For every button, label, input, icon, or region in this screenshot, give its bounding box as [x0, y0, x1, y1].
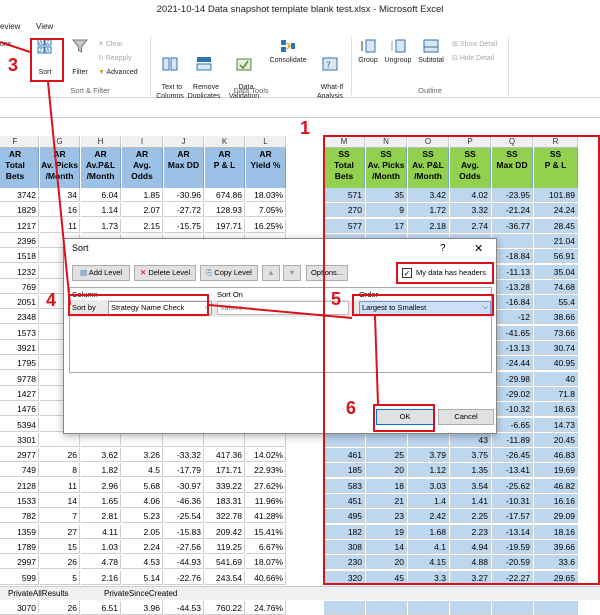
step-1-label: 1: [300, 118, 311, 138]
table-cell[interactable]: [534, 601, 578, 615]
table-cell[interactable]: 3.96: [122, 601, 163, 615]
table-cell[interactable]: [366, 601, 407, 615]
step-5-label: 5: [331, 289, 342, 309]
sheet-tabs-bar: PrivateAllResults PrivateSinceCreated: [0, 586, 600, 600]
table-cell[interactable]: [492, 601, 533, 615]
step-3-label: 3: [8, 55, 19, 75]
table-cell[interactable]: [324, 601, 365, 615]
table-cell[interactable]: [450, 601, 491, 615]
table-cell[interactable]: -44.53: [164, 601, 204, 615]
sheet-tab[interactable]: PrivateAllResults: [8, 589, 68, 598]
sheet-tab[interactable]: PrivateSinceCreated: [104, 589, 177, 598]
table-cell[interactable]: 26: [40, 601, 80, 615]
connector-line: [0, 41, 31, 53]
connector-line: [374, 315, 379, 405]
table-cell[interactable]: 760.22: [205, 601, 245, 615]
table-cell[interactable]: [408, 601, 449, 615]
table-cell[interactable]: 6.51: [81, 601, 121, 615]
annotation-lines: [0, 41, 379, 405]
table-cell[interactable]: 3070: [0, 601, 39, 615]
connector-line: [47, 81, 71, 306]
table-cell[interactable]: 24.76%: [246, 601, 286, 615]
step-6-label: 6: [346, 398, 357, 418]
step-4-label: 4: [46, 290, 57, 310]
